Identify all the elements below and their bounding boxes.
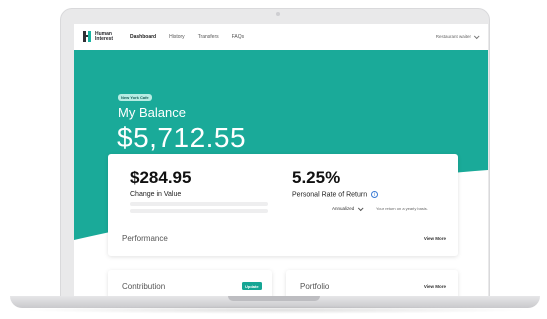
change-bar-2 — [130, 209, 268, 213]
user-menu[interactable]: Restaurant waiter — [435, 32, 480, 39]
portfolio-title: Portfolio — [300, 282, 330, 291]
update-button[interactable]: Update — [242, 282, 262, 290]
performance-view-more[interactable]: View More — [424, 236, 446, 241]
portfolio-view-more[interactable]: View More — [424, 284, 446, 289]
change-label: Change in Value — [130, 191, 182, 198]
camera — [276, 12, 280, 16]
change-bar — [130, 202, 268, 206]
logo[interactable]: Human Interest — [83, 31, 113, 42]
chevron-down-icon — [473, 32, 480, 39]
nav-history[interactable]: History — [169, 34, 185, 40]
period-select[interactable]: Annualized — [332, 204, 364, 211]
period-note: Your return on a yearly basis. — [376, 206, 428, 211]
summary-card: $284.95 Change in Value 5.25% Personal R… — [108, 154, 458, 256]
nav-dashboard[interactable]: Dashboard — [130, 34, 156, 40]
rate-label-wrap: Personal Rate of Return i — [292, 191, 379, 199]
logo-line-2: Interest — [95, 35, 114, 42]
balance-title: My Balance — [118, 105, 186, 120]
laptop-shadow — [20, 306, 530, 314]
contribution-title: Contribution — [122, 282, 166, 291]
period-value: Annualized — [332, 206, 355, 211]
plan-badge: New York Cafe — [118, 94, 152, 101]
nav-links: Dashboard History Transfers FAQs — [130, 34, 244, 40]
chevron-down-icon — [358, 204, 364, 211]
rate-label: Personal Rate of Return — [292, 191, 368, 199]
screen: Human Interest Dashboard History Transfe… — [74, 24, 488, 296]
contribution-card: Contribution Update — [108, 270, 272, 296]
logo-icon — [83, 31, 92, 42]
balance-amount: $5,712.55 — [117, 122, 247, 153]
top-nav: Human Interest Dashboard History Transfe… — [74, 24, 488, 50]
performance-title: Performance — [122, 234, 168, 243]
laptop-notch — [228, 296, 320, 301]
logo-text: Human Interest — [95, 31, 114, 42]
nav-transfers[interactable]: Transfers — [198, 34, 219, 40]
user-name: Restaurant waiter — [435, 34, 471, 39]
portfolio-card: Portfolio View More — [286, 270, 458, 296]
change-value: $284.95 — [130, 168, 192, 187]
info-icon[interactable]: i — [371, 191, 379, 198]
rate-value: 5.25% — [292, 168, 341, 187]
nav-faqs[interactable]: FAQs — [232, 34, 245, 40]
